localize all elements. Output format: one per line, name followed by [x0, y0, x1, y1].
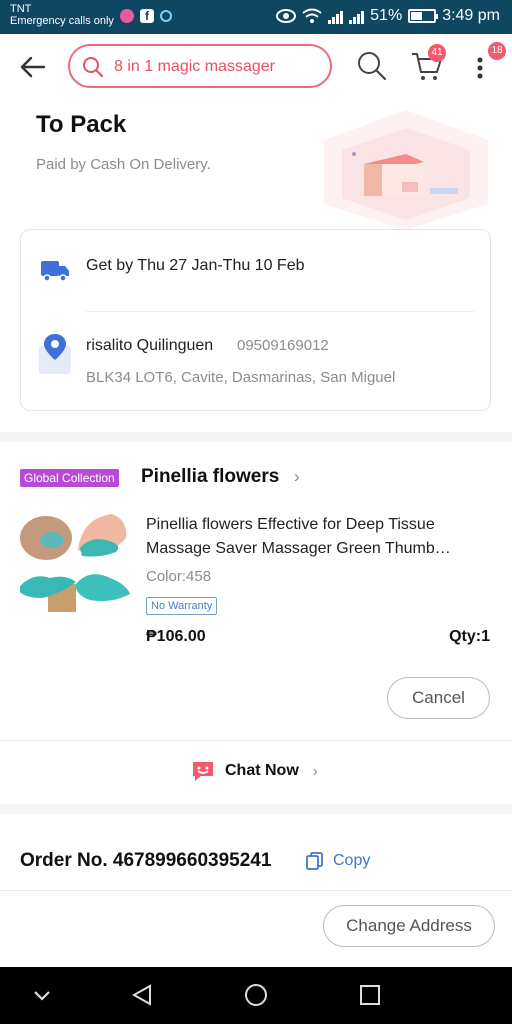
back-icon[interactable]	[130, 983, 154, 1007]
package-illustration-icon	[324, 110, 488, 230]
card-divider	[86, 311, 474, 312]
hide-keyboard-icon[interactable]	[30, 983, 54, 1007]
search-icon[interactable]	[356, 50, 388, 82]
product-title-line-2: Massage Saver Massager Green Thumb…	[146, 540, 451, 557]
chat-now-button[interactable]: Chat Now ›	[191, 760, 318, 782]
warranty-badge: No Warranty	[146, 597, 218, 615]
signal-2-icon	[349, 8, 365, 24]
clock: 3:49 pm	[442, 7, 500, 24]
sync-icon	[160, 10, 172, 22]
delivery-estimate: Get by Thu 27 Jan-Thu 10 Feb	[86, 257, 305, 274]
notification-icons: f	[120, 9, 172, 23]
carrier-name: TNT	[10, 3, 32, 15]
app-notification-icon	[120, 9, 134, 23]
truck-icon	[41, 261, 69, 282]
battery-fill	[411, 12, 423, 20]
facebook-icon: f	[140, 9, 154, 23]
chat-now-label: Chat Now	[225, 762, 299, 779]
payment-method: Paid by Cash On Delivery.	[36, 156, 211, 173]
back-arrow-icon[interactable]	[16, 50, 50, 84]
chevron-right-icon[interactable]: ›	[294, 467, 300, 487]
search-text: 8 in 1 magic massager	[114, 58, 275, 75]
order-status-title: To Pack	[36, 111, 127, 138]
top-nav: 8 in 1 magic massager 41 18	[0, 34, 512, 100]
signal-icon	[328, 8, 344, 24]
home-icon[interactable]	[244, 983, 268, 1007]
delivery-card: Get by Thu 27 Jan-Thu 10 Feb risalito Qu…	[20, 229, 491, 411]
chevron-right-icon: ›	[312, 762, 318, 780]
system-navigation-bar	[0, 967, 512, 1024]
battery-icon	[408, 9, 439, 23]
divider	[0, 740, 512, 741]
receiver-phone: 09509169012	[237, 337, 329, 354]
section-gap	[0, 432, 512, 442]
search-icon	[83, 57, 104, 78]
system-status: 51% 3:49 pm	[276, 7, 500, 25]
search-bar[interactable]: 8 in 1 magic massager	[68, 44, 332, 88]
change-address-button[interactable]: Change Address	[323, 905, 495, 947]
chat-icon	[193, 762, 213, 781]
product-title-line-1: Pinellia flowers Effective for Deep Tiss…	[146, 516, 435, 533]
order-number: Order No. 467899660395241	[20, 850, 272, 871]
receiver-name: risalito Quilinguen	[86, 337, 214, 354]
more-button[interactable]: 18	[470, 42, 506, 84]
recent-apps-icon[interactable]	[358, 983, 382, 1007]
store-tag: Global Collection	[20, 469, 119, 487]
section-gap	[0, 804, 512, 814]
carrier-info: TNT Emergency calls only	[10, 3, 114, 27]
copy-button[interactable]: Copy	[333, 852, 370, 870]
bottom-action-bar: Change Address	[0, 890, 512, 967]
product-thumbnail[interactable]	[20, 512, 130, 616]
cart-badge: 41	[428, 44, 446, 62]
more-icon	[477, 57, 483, 79]
wifi-icon	[302, 8, 322, 23]
product-title[interactable]: Pinellia flowers Effective for Deep Tiss…	[146, 513, 490, 561]
more-badge: 18	[488, 42, 506, 60]
carrier-sub: Emergency calls only	[10, 15, 114, 27]
store-name[interactable]: Pinellia flowers	[141, 466, 279, 488]
eye-icon	[276, 9, 297, 23]
status-bar: TNT Emergency calls only f 51% 3:49 pm	[0, 0, 512, 34]
product-variant: Color:458	[146, 568, 212, 585]
cancel-button[interactable]: Cancel	[387, 677, 490, 719]
location-pin-icon	[39, 334, 71, 374]
battery-percent: 51%	[370, 7, 403, 24]
product-price: ₱106.00	[146, 628, 206, 645]
copy-icon[interactable]	[306, 852, 324, 870]
cart-button[interactable]: 41	[410, 44, 450, 90]
product-quantity: Qty:1	[449, 628, 490, 645]
receiver-address: BLK34 LOT6, Cavite, Dasmarinas, San Migu…	[86, 369, 396, 386]
